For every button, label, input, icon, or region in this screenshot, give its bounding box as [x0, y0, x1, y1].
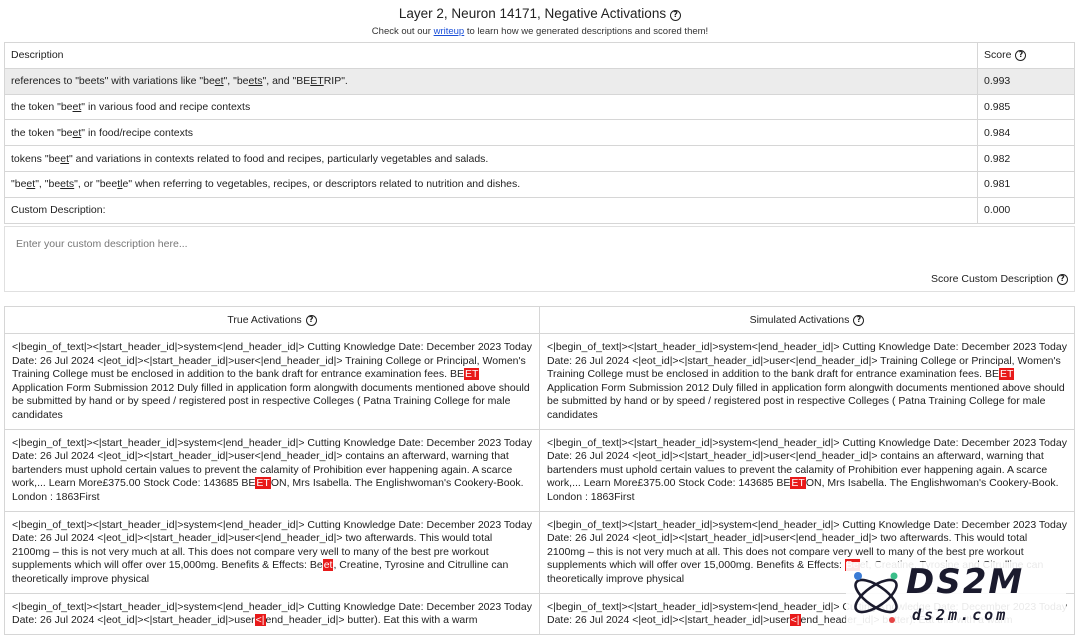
help-icon[interactable]: ?	[853, 315, 865, 326]
help-icon[interactable]: ?	[1015, 50, 1027, 62]
description-row[interactable]: the token "beet" in various food and rec…	[4, 93, 1075, 121]
description-text: "beet", "beets", or "beetle" when referr…	[4, 170, 978, 198]
text-fragment: " in food/recipe contexts	[81, 126, 194, 139]
text-fragment: <|begin_of_text|><|start_header_id|>syst…	[547, 341, 1067, 381]
description-text: references to "beets" with variations li…	[4, 67, 978, 95]
description-score: 0.982	[977, 145, 1075, 172]
custom-description-input[interactable]	[14, 237, 914, 251]
help-icon[interactable]: ?	[305, 315, 317, 326]
true-activation-cell: <|begin_of_text|><|start_header_id|>syst…	[4, 428, 540, 512]
text-fragment: the token "be	[11, 100, 73, 113]
description-text: the token "beet" in various food and rec…	[4, 93, 978, 121]
description-row[interactable]: references to "beets" with variations li…	[4, 67, 1075, 95]
underlined-fragment: ets	[248, 75, 263, 88]
underlined-fragment: et	[72, 100, 82, 113]
underlined-fragment: et	[214, 75, 224, 88]
activated-token: <|	[254, 614, 266, 627]
true-activation-cell: <|begin_of_text|><|start_header_id|>syst…	[4, 510, 540, 594]
activated-token: ET	[463, 368, 480, 381]
description-row[interactable]: the token "beet" in food/recipe contexts…	[4, 119, 1075, 147]
true-activation-cell: <|begin_of_text|><|start_header_id|>syst…	[4, 592, 540, 635]
score-custom-description-button[interactable]: Score Custom Description?	[931, 273, 1068, 285]
underlined-fragment: ets	[60, 178, 75, 191]
description-score: 0.985	[977, 93, 1075, 121]
activation-row: <|begin_of_text|><|start_header_id|>syst…	[4, 428, 1075, 512]
simulated-activations-header: Simulated Activations?	[539, 306, 1075, 334]
text-fragment: " in various food and recipe contexts	[81, 100, 251, 113]
text-fragment: "be	[11, 178, 27, 191]
simulated-activation-cell: <|begin_of_text|><|start_header_id|>syst…	[539, 428, 1075, 512]
activations-header-row: True Activations? Simulated Activations?	[4, 306, 1075, 334]
watermark-title: DS2M	[906, 562, 1025, 602]
writeup-link[interactable]: writeup	[434, 26, 465, 37]
description-score: 0.984	[977, 119, 1075, 147]
text-fragment: <|begin_of_text|><|start_header_id|>syst…	[12, 341, 532, 381]
activated-token: ET	[998, 368, 1015, 381]
score-column-header: Score?	[977, 42, 1075, 69]
text-fragment: ", or "bee	[74, 178, 118, 191]
descriptions-table: Description Score? references to "beets"…	[4, 42, 1075, 224]
activated-token: ET	[790, 477, 806, 490]
custom-description-score: 0.000	[977, 196, 1075, 224]
atom-dot-icon	[854, 572, 862, 580]
description-column-header: Description	[4, 42, 978, 69]
page-title: Layer 2, Neuron 14171, Negative Activati…	[0, 5, 1080, 22]
text-fragment: tokens "be	[11, 152, 61, 165]
watermark-url: ds2m.com	[912, 606, 1009, 624]
true-activation-cell: <|begin_of_text|><|start_header_id|>syst…	[4, 333, 540, 430]
true-activations-header: True Activations?	[4, 306, 540, 334]
text-fragment: references to "beets" with variations li…	[11, 75, 215, 88]
underlined-fragment: et	[26, 178, 36, 191]
activated-token: <|	[789, 614, 801, 627]
text-fragment: Application Form Submission 2012 Duly fi…	[12, 381, 530, 421]
descriptions-header-row: Description Score?	[4, 42, 1075, 69]
description-text: tokens "beet" and variations in contexts…	[4, 145, 978, 172]
underlined-fragment: ET	[310, 75, 324, 88]
text-fragment: ", and "BE	[262, 75, 311, 88]
text-fragment: RIP".	[323, 75, 348, 88]
underlined-fragment: et	[72, 126, 82, 139]
activated-token: ET	[255, 477, 271, 490]
description-row[interactable]: "beet", "beets", or "beetle" when referr…	[4, 170, 1075, 198]
help-icon[interactable]: ?	[670, 10, 682, 21]
page-header: Layer 2, Neuron 14171, Negative Activati…	[0, 0, 1080, 38]
text-fragment: e" when referring to vegetables, recipes…	[122, 178, 521, 191]
custom-description-label: Custom Description:	[4, 196, 978, 224]
description-score: 0.981	[977, 170, 1075, 198]
description-row[interactable]: tokens "beet" and variations in contexts…	[4, 145, 1075, 172]
text-fragment: ", "be	[35, 178, 61, 191]
underlined-fragment: et	[60, 152, 70, 165]
description-score: 0.993	[977, 67, 1075, 95]
page-subtitle: Check out our writeup to learn how we ge…	[371, 26, 709, 37]
description-text: the token "beet" in food/recipe contexts	[4, 119, 978, 147]
custom-description-row: Custom Description: 0.000	[4, 196, 1075, 224]
text-fragment: ", "be	[223, 75, 249, 88]
simulated-activation-cell: <|begin_of_text|><|start_header_id|>syst…	[539, 333, 1075, 430]
help-icon[interactable]: ?	[1057, 274, 1068, 285]
activated-token: et	[322, 559, 334, 572]
watermark-logo: DS2M ds2m.com	[846, 562, 1066, 628]
text-fragment: " and variations in contexts related to …	[69, 152, 489, 165]
text-fragment: the token "be	[11, 126, 73, 139]
atom-dot-icon	[890, 572, 898, 580]
text-fragment: Application Form Submission 2012 Duly fi…	[547, 381, 1065, 421]
text-fragment: end_header_id|> butter). Eat this with a…	[265, 614, 478, 627]
activation-row: <|begin_of_text|><|start_header_id|>syst…	[4, 333, 1075, 430]
atom-dot-icon	[889, 617, 895, 623]
atom-logo-icon	[854, 572, 898, 623]
custom-description-box: Score Custom Description?	[4, 226, 1075, 292]
